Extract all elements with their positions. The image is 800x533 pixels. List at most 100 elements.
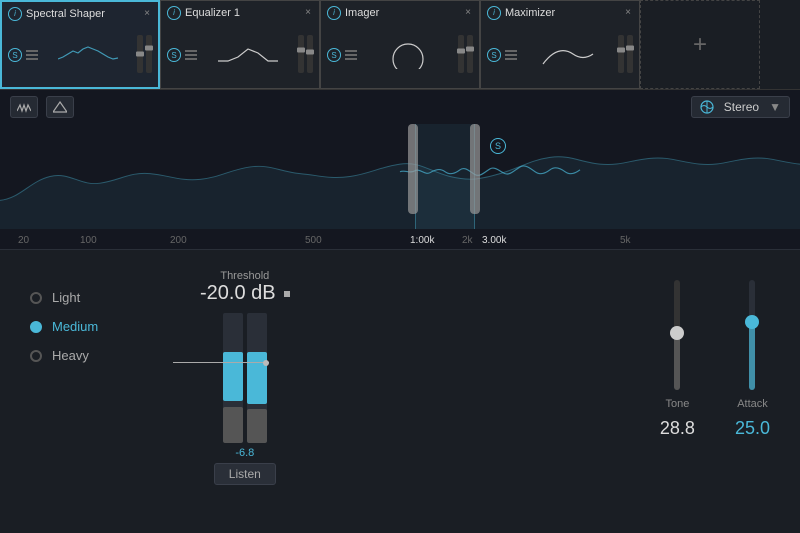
max-mini-fader-1: [618, 35, 624, 73]
max-icons: S: [487, 48, 517, 62]
imager-tab-header: i Imager ×: [327, 5, 473, 20]
wave-view-button[interactable]: [10, 96, 38, 118]
meter-fill-left-cyan: [223, 352, 243, 401]
imager-mini-fader-2: [467, 35, 473, 73]
spectrum-waveform: [0, 124, 800, 229]
mode-heavy-label: Heavy: [52, 348, 89, 363]
eq-tab-icons: S: [167, 48, 197, 62]
mode-medium-label: Medium: [52, 319, 98, 334]
tone-slider-section: Tone 28.8: [660, 280, 695, 440]
eq-thumb: [197, 34, 298, 74]
max-mini-fader-2: [627, 35, 633, 73]
freq-label-100: 100: [80, 235, 97, 246]
max-info-icon: i: [487, 6, 501, 20]
tab-imager[interactable]: i Imager × S: [320, 0, 480, 89]
imager-mini-fader-1: [458, 35, 464, 73]
freq-label-3k: 3.00k: [482, 235, 506, 246]
max-thumb: [517, 34, 618, 74]
freq-label-200: 200: [170, 235, 187, 246]
imager-icons: S: [327, 48, 357, 62]
eq-faders: [298, 34, 313, 74]
tri-view-button[interactable]: [46, 96, 74, 118]
radio-heavy: [30, 350, 42, 362]
max-tab-header: i Maximizer ×: [487, 5, 633, 20]
imager-close-icon[interactable]: ×: [463, 5, 473, 20]
stereo-select[interactable]: Stereo ▼: [691, 96, 790, 118]
imager-info-icon: i: [327, 6, 341, 20]
meter-bar-left: [223, 313, 243, 443]
imager-tab-title-group: i Imager: [327, 6, 379, 20]
tab-equalizer[interactable]: i Equalizer 1 × S: [160, 0, 320, 89]
info-icon: i: [8, 7, 22, 21]
max-faders: [618, 34, 633, 74]
tab-maximizer[interactable]: i Maximizer × S: [480, 0, 640, 89]
eq-close-icon[interactable]: ×: [303, 5, 313, 20]
mode-section: Light Medium Heavy: [30, 290, 130, 363]
mini-fader-1: [137, 35, 143, 73]
tone-value: 28.8: [660, 418, 695, 439]
max-tab-title-group: i Maximizer: [487, 6, 555, 20]
bottom-controls: Light Medium Heavy Threshold -20.0 dB: [0, 250, 800, 533]
sliders-section: Tone 28.8 Attack 25.0: [660, 280, 770, 440]
meter-bottom-value: -6.8: [235, 447, 254, 459]
range-handle-left[interactable]: [408, 124, 418, 214]
close-icon[interactable]: ×: [142, 6, 152, 21]
imager-faders: [458, 34, 473, 74]
stereo-label: Stereo: [724, 100, 759, 114]
stereo-chevron-icon: ▼: [769, 100, 781, 114]
eq-mini-fader-1: [298, 35, 304, 73]
imager-s-badge: S: [327, 48, 341, 62]
lines-icon: [26, 48, 38, 62]
meter-bar-right: [247, 313, 267, 443]
mini-fader-2: [146, 35, 152, 73]
tab-header: i Spectral Shaper ×: [8, 6, 152, 21]
eq-tab-title: Equalizer 1: [185, 7, 240, 19]
attack-label: Attack: [737, 398, 768, 410]
add-plugin-button[interactable]: +: [640, 0, 760, 89]
freq-range-selection: [415, 124, 475, 229]
attack-slider-section: Attack 25.0: [735, 280, 770, 440]
meter-container: [223, 313, 267, 443]
listen-button[interactable]: Listen: [214, 463, 276, 485]
freq-label-2k: 2k: [462, 235, 473, 246]
freq-label-5k: 5k: [620, 235, 631, 246]
eq-tab-body: S: [167, 24, 313, 84]
threshold-section: Threshold -20.0 dB: [200, 270, 290, 485]
tab-spectral-shaper[interactable]: i Spectral Shaper × S: [0, 0, 160, 89]
max-tab-body: S: [487, 24, 633, 84]
imager-thumb: [357, 34, 458, 74]
imager-tab-title: Imager: [345, 7, 379, 19]
eq-s-badge: S: [167, 48, 181, 62]
tone-slider-track[interactable]: [674, 280, 680, 390]
max-close-icon[interactable]: ×: [623, 5, 633, 20]
spectrum-analyzer: Stereo ▼ S 20 100 200 500 1:00k 2k 3.00k…: [0, 90, 800, 250]
attack-slider-track[interactable]: [749, 280, 755, 390]
threshold-dot: [284, 291, 290, 297]
eq-tab-header: i Equalizer 1 ×: [167, 5, 313, 20]
imager-tab-body: S: [327, 24, 473, 84]
threshold-indicator-line: [173, 362, 269, 363]
max-lines: [505, 48, 517, 62]
radio-light: [30, 292, 42, 304]
tone-slider-handle[interactable]: [670, 326, 684, 340]
tab-icons: S: [8, 48, 38, 62]
attack-slider-handle[interactable]: [745, 315, 759, 329]
tone-label: Tone: [666, 398, 690, 410]
range-handle-right[interactable]: [470, 124, 480, 214]
eq-lines-icon: [185, 48, 197, 62]
mode-medium[interactable]: Medium: [30, 319, 130, 334]
s-badge: S: [8, 48, 22, 62]
attack-value: 25.0: [735, 418, 770, 439]
meter-fill-left-dark: [223, 407, 243, 443]
plugin-tabs-row: i Spectral Shaper × S: [0, 0, 800, 90]
eq-mini-fader-2: [307, 35, 313, 73]
spectrum-toolbar: Stereo ▼: [0, 90, 800, 124]
freq-label-500: 500: [305, 235, 322, 246]
freq-label-1k: 1:00k: [410, 235, 434, 246]
eq-tab-title-group: i Equalizer 1: [167, 6, 240, 20]
mode-light[interactable]: Light: [30, 290, 130, 305]
threshold-handle[interactable]: [263, 360, 269, 366]
imager-lines: [345, 48, 357, 62]
tab-body: S: [8, 25, 152, 83]
mode-heavy[interactable]: Heavy: [30, 348, 130, 363]
